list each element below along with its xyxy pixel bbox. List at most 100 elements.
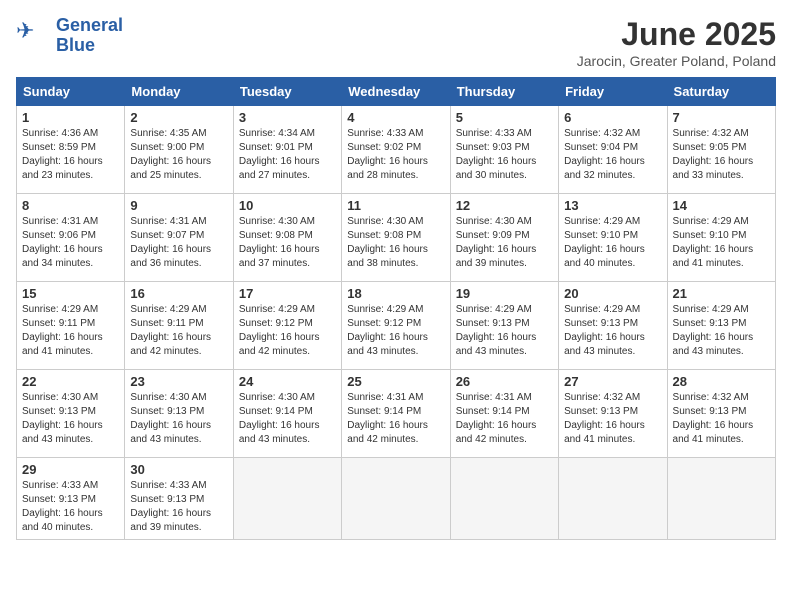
calendar-cell: 15 Sunrise: 4:29 AM Sunset: 9:11 PM Dayli… [17,282,125,370]
day-info: Sunrise: 4:33 AM Sunset: 9:13 PM Dayligh… [130,479,227,535]
calendar-cell: 6 Sunrise: 4:32 AM Sunset: 9:04 PM Daylig… [559,106,667,194]
day-number: 16 [130,286,227,301]
day-info: Sunrise: 4:31 AM Sunset: 9:07 PM Dayligh… [130,215,227,271]
day-info: Sunrise: 4:31 AM Sunset: 9:14 PM Dayligh… [347,391,444,447]
title-block: June 2025 Jarocin, Greater Poland, Polan… [577,16,776,69]
day-info: Sunrise: 4:32 AM Sunset: 9:05 PM Dayligh… [673,127,770,183]
weekday-header-saturday: Saturday [667,78,775,106]
day-info: Sunrise: 4:32 AM Sunset: 9:13 PM Dayligh… [673,391,770,447]
day-number: 25 [347,374,444,389]
calendar-cell [450,458,558,540]
day-number: 9 [130,198,227,213]
day-number: 21 [673,286,770,301]
day-number: 19 [456,286,553,301]
weekday-header-tuesday: Tuesday [233,78,341,106]
day-info: Sunrise: 4:33 AM Sunset: 9:03 PM Dayligh… [456,127,553,183]
day-info: Sunrise: 4:29 AM Sunset: 9:10 PM Dayligh… [564,215,661,271]
calendar-cell: 10 Sunrise: 4:30 AM Sunset: 9:08 PM Dayli… [233,194,341,282]
calendar-cell: 3Sunrise: 4:34 AM Sunset: 9:01 PM Daylig… [233,106,341,194]
day-info: Sunrise: 4:29 AM Sunset: 9:13 PM Dayligh… [456,303,553,359]
day-info: Sunrise: 4:30 AM Sunset: 9:13 PM Dayligh… [130,391,227,447]
calendar-cell: 29Sunrise: 4:33 AM Sunset: 9:13 PM Dayli… [17,458,125,540]
calendar-cell [559,458,667,540]
calendar-cell: 17 Sunrise: 4:29 AM Sunset: 9:12 PM Dayli… [233,282,341,370]
day-number: 24 [239,374,336,389]
day-info: Sunrise: 4:29 AM Sunset: 9:12 PM Dayligh… [347,303,444,359]
calendar-cell [342,458,450,540]
calendar-cell: 28 Sunrise: 4:32 AM Sunset: 9:13 PM Dayli… [667,370,775,458]
day-info: Sunrise: 4:29 AM Sunset: 9:13 PM Dayligh… [673,303,770,359]
day-number: 20 [564,286,661,301]
logo-text: General Blue [56,16,123,56]
weekday-header-thursday: Thursday [450,78,558,106]
day-number: 3 [239,110,336,125]
day-number: 2 [130,110,227,125]
weekday-header-friday: Friday [559,78,667,106]
location-subtitle: Jarocin, Greater Poland, Poland [577,53,776,69]
calendar-cell: 20 Sunrise: 4:29 AM Sunset: 9:13 PM Dayli… [559,282,667,370]
calendar-cell: 12Sunrise: 4:30 AM Sunset: 9:09 PM Dayli… [450,194,558,282]
day-info: Sunrise: 4:30 AM Sunset: 9:14 PM Dayligh… [239,391,336,447]
calendar-cell [233,458,341,540]
day-info: Sunrise: 4:32 AM Sunset: 9:13 PM Dayligh… [564,391,661,447]
day-number: 17 [239,286,336,301]
calendar-cell: 5Sunrise: 4:33 AM Sunset: 9:03 PM Daylig… [450,106,558,194]
calendar-cell: 9 Sunrise: 4:31 AM Sunset: 9:07 PM Daylig… [125,194,233,282]
day-info: Sunrise: 4:30 AM Sunset: 9:08 PM Dayligh… [347,215,444,271]
day-info: Sunrise: 4:35 AM Sunset: 9:00 PM Dayligh… [130,127,227,183]
calendar-cell: 14 Sunrise: 4:29 AM Sunset: 9:10 PM Dayli… [667,194,775,282]
day-info: Sunrise: 4:31 AM Sunset: 9:14 PM Dayligh… [456,391,553,447]
month-title: June 2025 [577,16,776,53]
day-info: Sunrise: 4:29 AM Sunset: 9:11 PM Dayligh… [22,303,119,359]
day-number: 27 [564,374,661,389]
day-info: Sunrise: 4:31 AM Sunset: 9:06 PM Dayligh… [22,215,119,271]
day-info: Sunrise: 4:30 AM Sunset: 9:09 PM Dayligh… [456,215,553,271]
day-number: 6 [564,110,661,125]
calendar-cell: 30 Sunrise: 4:33 AM Sunset: 9:13 PM Dayli… [125,458,233,540]
calendar-cell: 22Sunrise: 4:30 AM Sunset: 9:13 PM Dayli… [17,370,125,458]
calendar-cell: 7Sunrise: 4:32 AM Sunset: 9:05 PM Daylig… [667,106,775,194]
logo: ✈ General Blue [16,16,123,56]
day-number: 14 [673,198,770,213]
day-number: 8 [22,198,119,213]
day-info: Sunrise: 4:29 AM Sunset: 9:13 PM Dayligh… [564,303,661,359]
calendar-cell: 25 Sunrise: 4:31 AM Sunset: 9:14 PM Dayli… [342,370,450,458]
day-info: Sunrise: 4:30 AM Sunset: 9:08 PM Dayligh… [239,215,336,271]
weekday-header-monday: Monday [125,78,233,106]
day-info: Sunrise: 4:29 AM Sunset: 9:11 PM Dayligh… [130,303,227,359]
page-header: ✈ General Blue June 2025 Jarocin, Greate… [16,16,776,69]
calendar-table: SundayMondayTuesdayWednesdayThursdayFrid… [16,77,776,540]
day-info: Sunrise: 4:29 AM Sunset: 9:12 PM Dayligh… [239,303,336,359]
calendar-cell: 4 Sunrise: 4:33 AM Sunset: 9:02 PM Daylig… [342,106,450,194]
calendar-cell: 24 Sunrise: 4:30 AM Sunset: 9:14 PM Dayli… [233,370,341,458]
day-info: Sunrise: 4:29 AM Sunset: 9:10 PM Dayligh… [673,215,770,271]
day-number: 4 [347,110,444,125]
calendar-cell: 26 Sunrise: 4:31 AM Sunset: 9:14 PM Dayli… [450,370,558,458]
day-info: Sunrise: 4:32 AM Sunset: 9:04 PM Dayligh… [564,127,661,183]
calendar-cell: 2 Sunrise: 4:35 AM Sunset: 9:00 PM Daylig… [125,106,233,194]
day-number: 30 [130,462,227,477]
day-number: 22 [22,374,119,389]
calendar-cell: 19 Sunrise: 4:29 AM Sunset: 9:13 PM Dayli… [450,282,558,370]
day-number: 13 [564,198,661,213]
weekday-header-wednesday: Wednesday [342,78,450,106]
calendar-cell: 18 Sunrise: 4:29 AM Sunset: 9:12 PM Dayli… [342,282,450,370]
day-number: 28 [673,374,770,389]
calendar-cell: 16 Sunrise: 4:29 AM Sunset: 9:11 PM Dayli… [125,282,233,370]
calendar-cell: 27 Sunrise: 4:32 AM Sunset: 9:13 PM Dayli… [559,370,667,458]
day-number: 11 [347,198,444,213]
calendar-cell: 23 Sunrise: 4:30 AM Sunset: 9:13 PM Dayli… [125,370,233,458]
day-number: 29 [22,462,119,477]
svg-text:✈: ✈ [16,18,34,43]
calendar-cell: 13 Sunrise: 4:29 AM Sunset: 9:10 PM Dayli… [559,194,667,282]
day-info: Sunrise: 4:33 AM Sunset: 9:02 PM Dayligh… [347,127,444,183]
day-number: 18 [347,286,444,301]
logo-icon: ✈ [16,18,52,54]
day-number: 1 [22,110,119,125]
calendar-cell: 1Sunrise: 4:36 AM Sunset: 8:59 PM Daylig… [17,106,125,194]
day-number: 26 [456,374,553,389]
day-number: 10 [239,198,336,213]
day-number: 15 [22,286,119,301]
day-number: 23 [130,374,227,389]
calendar-cell: 8 Sunrise: 4:31 AM Sunset: 9:06 PM Daylig… [17,194,125,282]
